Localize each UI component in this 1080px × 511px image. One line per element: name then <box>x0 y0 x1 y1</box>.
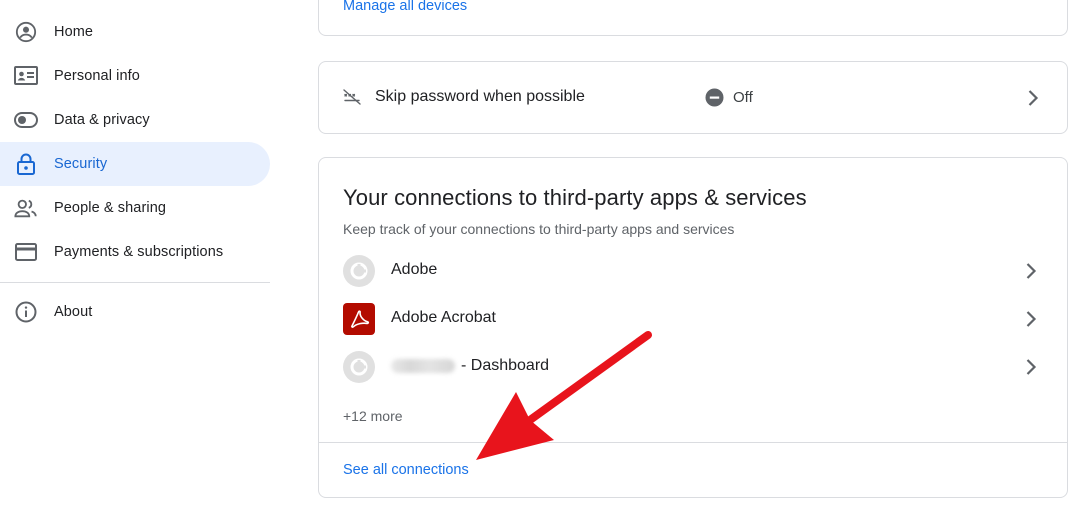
app-row-adobe[interactable]: Adobe <box>319 247 1067 295</box>
connections-subtitle: Keep track of your connections to third-… <box>343 221 735 237</box>
sidebar-item-label: About <box>54 304 93 320</box>
skip-password-status: Off <box>733 89 753 106</box>
credit-card-icon <box>14 240 38 264</box>
devices-card: Manage all devices <box>318 0 1068 36</box>
skip-password-icon <box>343 88 361 106</box>
app-row-adobe-acrobat[interactable]: Adobe Acrobat <box>319 295 1067 343</box>
info-icon <box>14 300 38 324</box>
generic-app-icon <box>343 255 375 287</box>
skip-password-label: Skip password when possible <box>375 88 585 105</box>
card-divider <box>319 442 1067 443</box>
lock-icon <box>14 152 38 176</box>
sidebar-item-label: People & sharing <box>54 200 167 216</box>
sidebar-item-label: Home <box>54 24 94 40</box>
manage-all-devices-link[interactable]: Manage all devices <box>343 0 467 14</box>
sidebar-item-label: Data & privacy <box>54 112 150 128</box>
chevron-right-icon <box>1027 89 1039 107</box>
account-circle-icon <box>14 20 38 44</box>
connections-title: Your connections to third-party apps & s… <box>343 185 807 210</box>
sidebar-item-people-sharing[interactable]: People & sharing <box>0 186 270 230</box>
sidebar-divider <box>0 282 270 283</box>
sidebar-item-security[interactable]: Security <box>0 142 270 186</box>
chevron-right-icon <box>1025 358 1037 376</box>
third-party-connections-card: Your connections to third-party apps & s… <box>318 157 1068 498</box>
app-name: - Dashboard <box>391 357 549 375</box>
sidebar-item-home[interactable]: Home <box>0 10 270 54</box>
more-connections-count: +12 more <box>343 408 403 424</box>
app-name: Adobe <box>391 261 438 278</box>
sidebar-item-payments-subscriptions[interactable]: Payments & subscriptions <box>0 230 270 274</box>
sidebar-item-personal-info[interactable]: Personal info <box>0 54 270 98</box>
people-icon <box>14 196 38 220</box>
adobe-acrobat-icon <box>343 303 375 335</box>
redacted-text <box>391 358 455 373</box>
sidebar-nav: Home Personal info Data & privacy Securi… <box>0 0 272 511</box>
skip-password-row[interactable]: Skip password when possible Off <box>318 61 1068 134</box>
id-card-icon <box>14 64 38 88</box>
generic-app-icon <box>343 351 375 383</box>
app-name: Adobe Acrobat <box>391 309 496 326</box>
chevron-right-icon <box>1025 310 1037 328</box>
toggle-icon <box>14 108 38 132</box>
sidebar-item-data-privacy[interactable]: Data & privacy <box>0 98 270 142</box>
sidebar-item-label: Payments & subscriptions <box>54 244 224 260</box>
sidebar-item-about[interactable]: About <box>0 290 270 334</box>
app-row-dashboard[interactable]: - Dashboard <box>319 343 1067 391</box>
sidebar-item-label: Security <box>54 156 108 172</box>
see-all-connections-link[interactable]: See all connections <box>343 462 469 478</box>
sidebar-item-label: Personal info <box>54 68 140 84</box>
off-status-icon <box>705 88 724 107</box>
chevron-right-icon <box>1025 262 1037 280</box>
